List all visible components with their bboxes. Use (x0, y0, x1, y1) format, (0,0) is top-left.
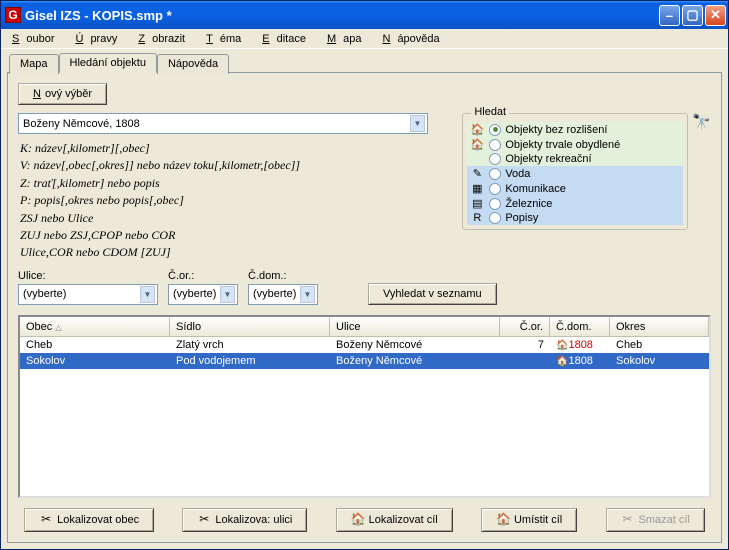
ulice-label: Ulice: (18, 270, 158, 282)
tab-strip: Mapa Hledání objektu Nápověda (9, 52, 722, 72)
menu-editace[interactable]: Editace (255, 31, 320, 47)
cdom-label: Č.dom.: (248, 270, 318, 282)
hledat-group: Hledat 🏠Objekty bez rozlišení🏠Objekty tr… (462, 113, 688, 230)
dropdown-arrow-icon[interactable]: ▼ (300, 286, 315, 303)
filter-icon: 🏠 (469, 123, 485, 136)
locate-icon: ✂ (197, 513, 211, 527)
menu-bar: Soubor Úpravy Zobrazit Téma Editace Mapa… (1, 29, 728, 49)
lokalizovat-cil-button[interactable]: 🏠Lokalizovat cíl (336, 508, 453, 532)
filter-radio[interactable] (489, 153, 501, 165)
filter-radio[interactable] (489, 183, 501, 195)
tab-napoveda[interactable]: Nápověda (157, 54, 229, 74)
table-row[interactable]: SokolovPod vodojememBoženy Němcové🏠1808S… (20, 353, 709, 369)
umistit-cil-button[interactable]: 🏠Umístit cíl (481, 508, 577, 532)
filter-row-3[interactable]: ✎ Voda (467, 166, 683, 181)
search-combo[interactable]: Boženy Němcové, 1808 ▼ (18, 113, 428, 134)
menu-upravy[interactable]: Úpravy (68, 31, 131, 47)
lokalizovat-obec-button[interactable]: ✂Lokalizovat obec (24, 508, 154, 532)
filter-label: Objekty trvale obydlené (505, 139, 620, 151)
filter-radio[interactable] (489, 168, 501, 180)
filter-row-4[interactable]: ▦ Komunikace (467, 181, 683, 196)
house-icon: 🏠 (351, 513, 365, 527)
novy-vyber-button[interactable]: Nový výběr (18, 83, 107, 105)
close-button[interactable]: ✕ (705, 5, 726, 26)
ulice-combo[interactable]: (vyberte) ▼ (18, 284, 158, 305)
smazat-cil-button[interactable]: ✂Smazat cíl (606, 508, 705, 532)
maximize-button[interactable]: ▢ (682, 5, 703, 26)
title-bar: G Gisel IZS - KOPIS.smp * – ▢ ✕ (1, 1, 728, 29)
menu-mapa[interactable]: Mapa (320, 31, 376, 47)
window-title: Gisel IZS - KOPIS.smp * (25, 8, 659, 23)
filter-icon: ▦ (469, 182, 485, 195)
delete-icon: ✂ (621, 513, 635, 527)
hledat-legend: Hledat (471, 106, 509, 118)
col-obec[interactable]: Obec △ (20, 317, 170, 336)
dropdown-arrow-icon[interactable]: ▼ (140, 286, 155, 303)
menu-soubor[interactable]: Soubor (5, 31, 68, 47)
action-bar: ✂Lokalizovat obec ✂Lokalizova: ulici 🏠Lo… (18, 498, 711, 532)
col-okres[interactable]: Okres (610, 317, 709, 336)
tab-hledani-objektu[interactable]: Hledání objektu (59, 53, 157, 73)
menu-tema[interactable]: Téma (199, 31, 255, 47)
minimize-button[interactable]: – (659, 5, 680, 26)
dropdown-arrow-icon[interactable]: ▼ (220, 286, 235, 303)
dropdown-arrow-icon[interactable]: ▼ (410, 115, 425, 132)
filter-label: Objekty bez rozlišení (505, 124, 607, 136)
col-sidlo[interactable]: Sídlo (170, 317, 330, 336)
filter-label: Popisy (505, 212, 538, 224)
filter-radio[interactable] (489, 198, 501, 210)
vyhledat-button[interactable]: Vyhledat v seznamu (368, 283, 497, 305)
filter-icon: ✎ (469, 167, 485, 180)
filter-label: Objekty rekreační (505, 153, 591, 165)
filter-label: Voda (505, 168, 530, 180)
col-ulice[interactable]: Ulice (330, 317, 500, 336)
filter-label: Komunikace (505, 183, 566, 195)
filter-radio[interactable] (489, 124, 501, 136)
search-combo-value: Boženy Němcové, 1808 (23, 118, 140, 130)
filter-radio[interactable] (489, 212, 501, 224)
menu-napoveda[interactable]: Nápověda (375, 31, 453, 47)
menu-zobrazit[interactable]: Zobrazit (131, 31, 199, 47)
binoculars-icon[interactable]: 🔭 (692, 113, 711, 131)
app-icon: G (5, 7, 21, 23)
tab-mapa[interactable]: Mapa (9, 54, 59, 74)
filter-icon: 🏠 (469, 138, 485, 151)
filter-radio[interactable] (489, 139, 501, 151)
cdom-combo[interactable]: (vyberte) ▼ (248, 284, 318, 305)
filter-icon: ▤ (469, 197, 485, 210)
filter-row-2[interactable]: Objekty rekreační (467, 152, 683, 166)
filter-label: Železnice (505, 198, 552, 210)
filter-row-6[interactable]: R Popisy (467, 211, 683, 225)
results-table: Obec △ Sídlo Ulice Č.or. Č.dom. Okres Ch… (18, 315, 711, 498)
tab-body: Nový výběr Boženy Němcové, 1808 ▼ K: náz… (7, 72, 722, 543)
house-icon: 🏠 (496, 513, 510, 527)
table-header: Obec △ Sídlo Ulice Č.or. Č.dom. Okres (20, 317, 709, 337)
col-cdom[interactable]: Č.dom. (550, 317, 610, 336)
filter-row-1[interactable]: 🏠 Objekty trvale obydlené (467, 137, 683, 152)
col-cor[interactable]: Č.or. (500, 317, 550, 336)
locate-icon: ✂ (39, 513, 53, 527)
cor-label: Č.or.: (168, 270, 238, 282)
cor-combo[interactable]: (vyberte) ▼ (168, 284, 238, 305)
filter-row-0[interactable]: 🏠 Objekty bez rozlišení (467, 122, 683, 137)
syntax-hints: K: název[,kilometr][,obec] V: název[,obe… (20, 140, 452, 262)
lokalizovat-ulici-button[interactable]: ✂Lokalizova: ulici (182, 508, 307, 532)
filter-icon: R (469, 212, 485, 224)
table-row[interactable]: ChebZlatý vrchBoženy Němcové7🏠1808Cheb (20, 337, 709, 353)
filter-row-5[interactable]: ▤ Železnice (467, 196, 683, 211)
